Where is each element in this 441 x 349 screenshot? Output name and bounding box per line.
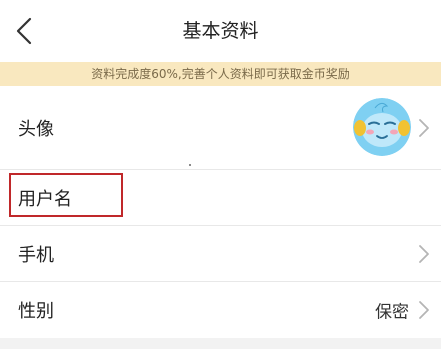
- cursor-dot: [189, 164, 191, 166]
- chevron-right-icon: [419, 118, 429, 137]
- chevron-right-icon: [419, 301, 429, 319]
- row-gender[interactable]: 性别 保密: [0, 282, 441, 338]
- row-username[interactable]: 用户名: [0, 170, 441, 226]
- row-label-phone: 手机: [18, 244, 54, 266]
- page-title: 基本资料: [182, 20, 259, 42]
- nav-bar: 基本资料: [0, 0, 441, 62]
- completion-banner: 资料完成度60%,完善个人资料即可获取金币奖励: [0, 62, 441, 86]
- profile-list: 头像 用户名 手机 性别 保密: [0, 86, 441, 338]
- chevron-right-icon: [419, 244, 429, 263]
- row-label-username: 用户名: [18, 188, 72, 210]
- row-label-gender: 性别: [18, 301, 54, 322]
- row-avatar[interactable]: 头像: [0, 86, 441, 170]
- avatar[interactable]: [353, 98, 411, 156]
- row-phone[interactable]: 手机: [0, 226, 441, 282]
- avatar-image: [353, 98, 411, 156]
- row-label-avatar: 头像: [18, 118, 54, 140]
- row-value-gender: 保密: [375, 302, 409, 323]
